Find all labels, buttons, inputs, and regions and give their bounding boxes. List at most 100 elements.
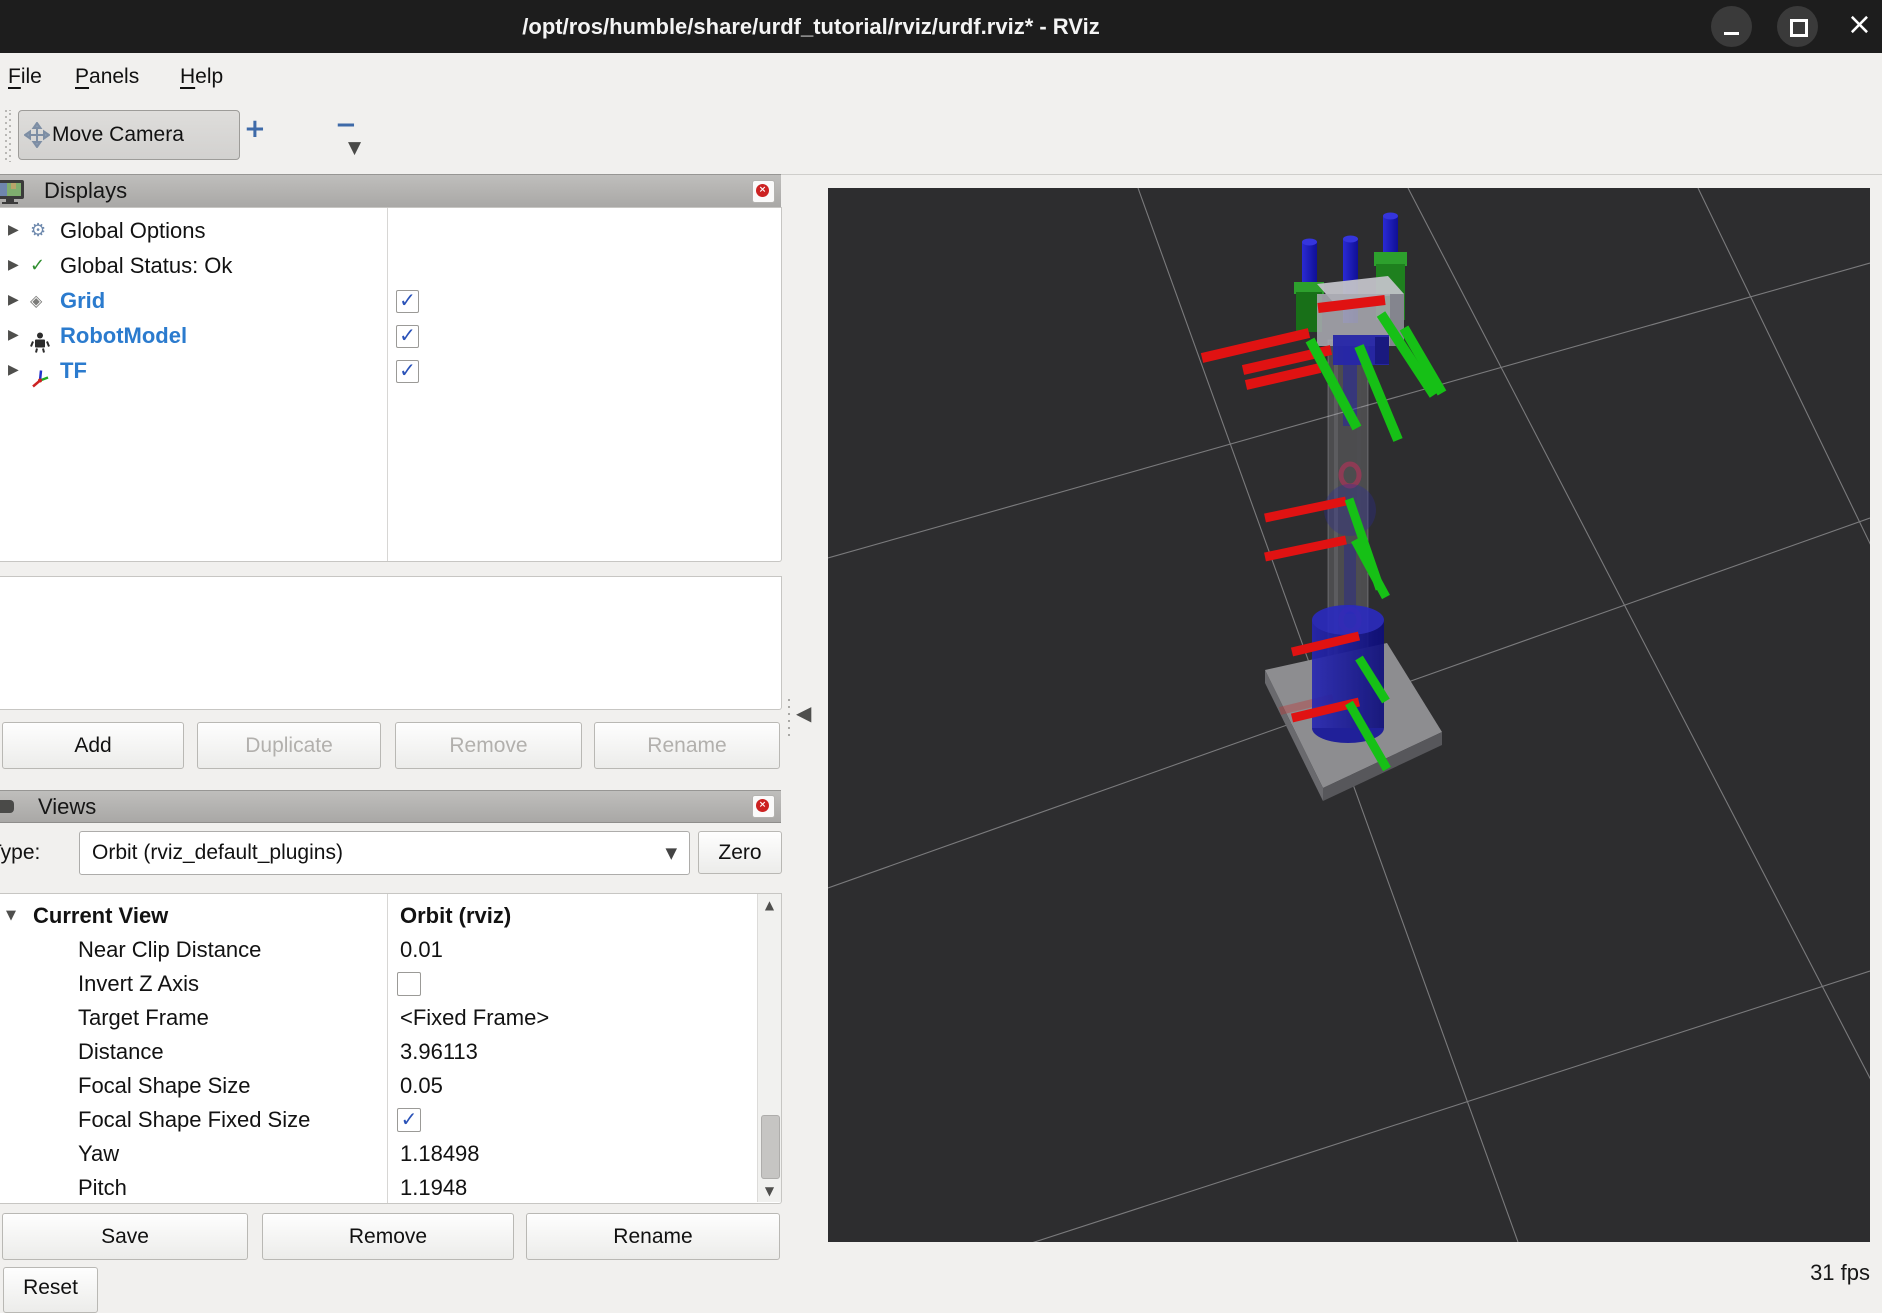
property-name: Current View: [33, 903, 169, 928]
move-camera-label: Move Camera: [52, 123, 184, 146]
grid-enabled-checkbox[interactable]: ✓: [396, 288, 419, 313]
remove-tool-button[interactable]: −: [335, 110, 357, 140]
property-name: Target Frame: [78, 1005, 209, 1030]
current-view-table: ▼ Current View Orbit (rviz) Near Clip Di…: [0, 893, 782, 1204]
expand-arrow-icon[interactable]: ▶: [8, 318, 19, 353]
duplicate-display-button[interactable]: Duplicate: [197, 722, 381, 769]
zero-button[interactable]: Zero: [698, 831, 782, 874]
toolbar: Move Camera + − ▼: [0, 100, 1882, 175]
expand-arrow-icon[interactable]: ▶: [8, 248, 19, 283]
view-type-dropdown[interactable]: Orbit (rviz_default_plugins) ▼: [79, 831, 690, 875]
displays-close-button[interactable]: ×: [752, 180, 775, 203]
property-row-distance[interactable]: Distance 3.96113: [0, 1035, 755, 1069]
checkbox-check-icon: ✓: [399, 323, 416, 347]
splitter-handle[interactable]: [788, 699, 790, 739]
menu-help[interactable]: Help: [180, 53, 223, 100]
displays-panel-header[interactable]: Displays ×: [0, 174, 781, 208]
maximize-button[interactable]: [1777, 6, 1818, 47]
scroll-up-icon[interactable]: ▲: [758, 894, 781, 916]
property-name: Focal Shape Size: [78, 1073, 251, 1098]
tree-row-grid[interactable]: ▶ ◈ Grid ✓: [0, 283, 780, 318]
expand-arrow-icon[interactable]: ▶: [8, 283, 19, 318]
views-panel-title: Views: [38, 794, 97, 819]
views-panel-header[interactable]: Views ×: [0, 790, 781, 823]
scrollbar-thumb[interactable]: [761, 1115, 780, 1179]
view-type-row: Type: Orbit (rviz_default_plugins) ▼ Zer…: [0, 831, 782, 875]
property-row-focal-shape-size[interactable]: Focal Shape Size 0.05: [0, 1069, 755, 1103]
property-value[interactable]: 1.1948: [400, 1171, 467, 1205]
panel-close-icon: ×: [756, 799, 769, 812]
window-title: /opt/ros/humble/share/urdf_tutorial/rviz…: [522, 14, 1100, 39]
invert-z-checkbox[interactable]: [397, 972, 421, 996]
type-label: Type:: [0, 841, 41, 864]
rename-display-button[interactable]: Rename: [594, 722, 780, 769]
move-arrows-icon: [24, 122, 50, 148]
render-viewport[interactable]: [827, 187, 1882, 1310]
property-row-target-frame[interactable]: Target Frame <Fixed Frame>: [0, 1001, 755, 1035]
property-name: Invert Z Axis: [78, 971, 200, 996]
property-value[interactable]: 3.96113: [400, 1035, 478, 1069]
expand-arrow-icon[interactable]: ▶: [8, 353, 19, 388]
tree-row-global-status[interactable]: ▶ ✓ Global Status: Ok: [0, 248, 780, 283]
property-value[interactable]: 1.18498: [400, 1137, 480, 1171]
rename-view-button[interactable]: Rename: [526, 1213, 780, 1260]
scroll-down-icon[interactable]: ▼: [758, 1180, 781, 1202]
property-row-near-clip[interactable]: Near Clip Distance 0.01: [0, 933, 755, 967]
property-value[interactable]: 0.01: [400, 933, 443, 967]
property-row-invert-z[interactable]: Invert Z Axis: [0, 967, 755, 1001]
tree-row-label: Grid: [60, 288, 106, 313]
menu-file[interactable]: File: [8, 53, 42, 100]
property-value: Orbit (rviz): [400, 903, 512, 928]
property-name: Yaw: [78, 1141, 120, 1166]
scene-3d: [827, 187, 1882, 1310]
gear-icon: ⚙: [30, 220, 47, 241]
robotmodel-enabled-checkbox[interactable]: ✓: [396, 323, 419, 348]
tree-row-tf[interactable]: ▶ TF ✓: [0, 353, 780, 388]
title-bar[interactable]: /opt/ros/humble/share/urdf_tutorial/rviz…: [0, 0, 1882, 53]
toolbar-overflow-button[interactable]: ▼: [348, 138, 361, 158]
add-display-button[interactable]: Add: [2, 722, 184, 769]
property-value[interactable]: <Fixed Frame>: [400, 1001, 549, 1035]
tree-row-global-options[interactable]: ▶ ⚙ Global Options: [0, 213, 780, 248]
property-name: Focal Shape Fixed Size: [78, 1107, 311, 1132]
rviz-window: /opt/ros/humble/share/urdf_tutorial/rviz…: [0, 0, 1882, 1313]
table-scrollbar[interactable]: ▲ ▼: [757, 894, 781, 1202]
grid-icon: ◈: [30, 291, 43, 310]
expand-arrow-icon[interactable]: ▶: [8, 213, 19, 248]
move-camera-tool-button[interactable]: Move Camera: [18, 110, 240, 160]
views-icon: [0, 800, 14, 813]
property-row-pitch[interactable]: Pitch 1.1948: [0, 1171, 755, 1205]
add-tool-button[interactable]: +: [244, 114, 266, 144]
property-row-yaw[interactable]: Yaw 1.18498: [0, 1137, 755, 1171]
checkbox-check-icon: ✓: [400, 1107, 418, 1131]
minimize-button[interactable]: [1711, 6, 1752, 47]
checkbox-check-icon: ✓: [399, 358, 416, 382]
splitter-collapse-icon[interactable]: ◀: [796, 701, 811, 725]
focal-fixed-size-checkbox[interactable]: ✓: [397, 1107, 421, 1132]
menu-panels[interactable]: Panels: [75, 53, 139, 100]
panel-close-icon: ×: [756, 184, 769, 197]
save-view-button[interactable]: Save: [2, 1213, 248, 1260]
property-name: Distance: [78, 1039, 164, 1064]
reset-button[interactable]: Reset: [3, 1267, 98, 1313]
tf-enabled-checkbox[interactable]: ✓: [396, 358, 419, 383]
remove-display-button[interactable]: Remove: [395, 722, 582, 769]
maximize-icon: [1790, 19, 1808, 37]
remove-view-button[interactable]: Remove: [262, 1213, 514, 1260]
displays-tree: ▶ ⚙ Global Options ▶ ✓ Global Status: Ok…: [0, 207, 782, 562]
dropdown-arrow-icon: ▼: [665, 844, 677, 862]
tf-axes-icon: [32, 370, 49, 388]
tree-row-label: TF: [60, 358, 87, 383]
property-row-current-view[interactable]: ▼ Current View Orbit (rviz): [0, 899, 755, 933]
expand-arrow-icon[interactable]: ▼: [6, 899, 16, 933]
toolbar-drag-handle[interactable]: [5, 110, 11, 162]
close-button[interactable]: ×: [1837, 0, 1882, 53]
menu-bar: File Panels Help: [0, 53, 1882, 100]
minimize-icon: [1724, 32, 1739, 35]
tree-row-label: RobotModel: [60, 323, 188, 348]
property-row-focal-fixed-size[interactable]: Focal Shape Fixed Size ✓: [0, 1103, 755, 1137]
tree-row-robotmodel[interactable]: ▶ RobotModel ✓: [0, 318, 780, 353]
views-close-button[interactable]: ×: [752, 795, 775, 818]
status-ok-icon: ✓: [30, 255, 46, 276]
property-value[interactable]: 0.05: [400, 1069, 443, 1103]
